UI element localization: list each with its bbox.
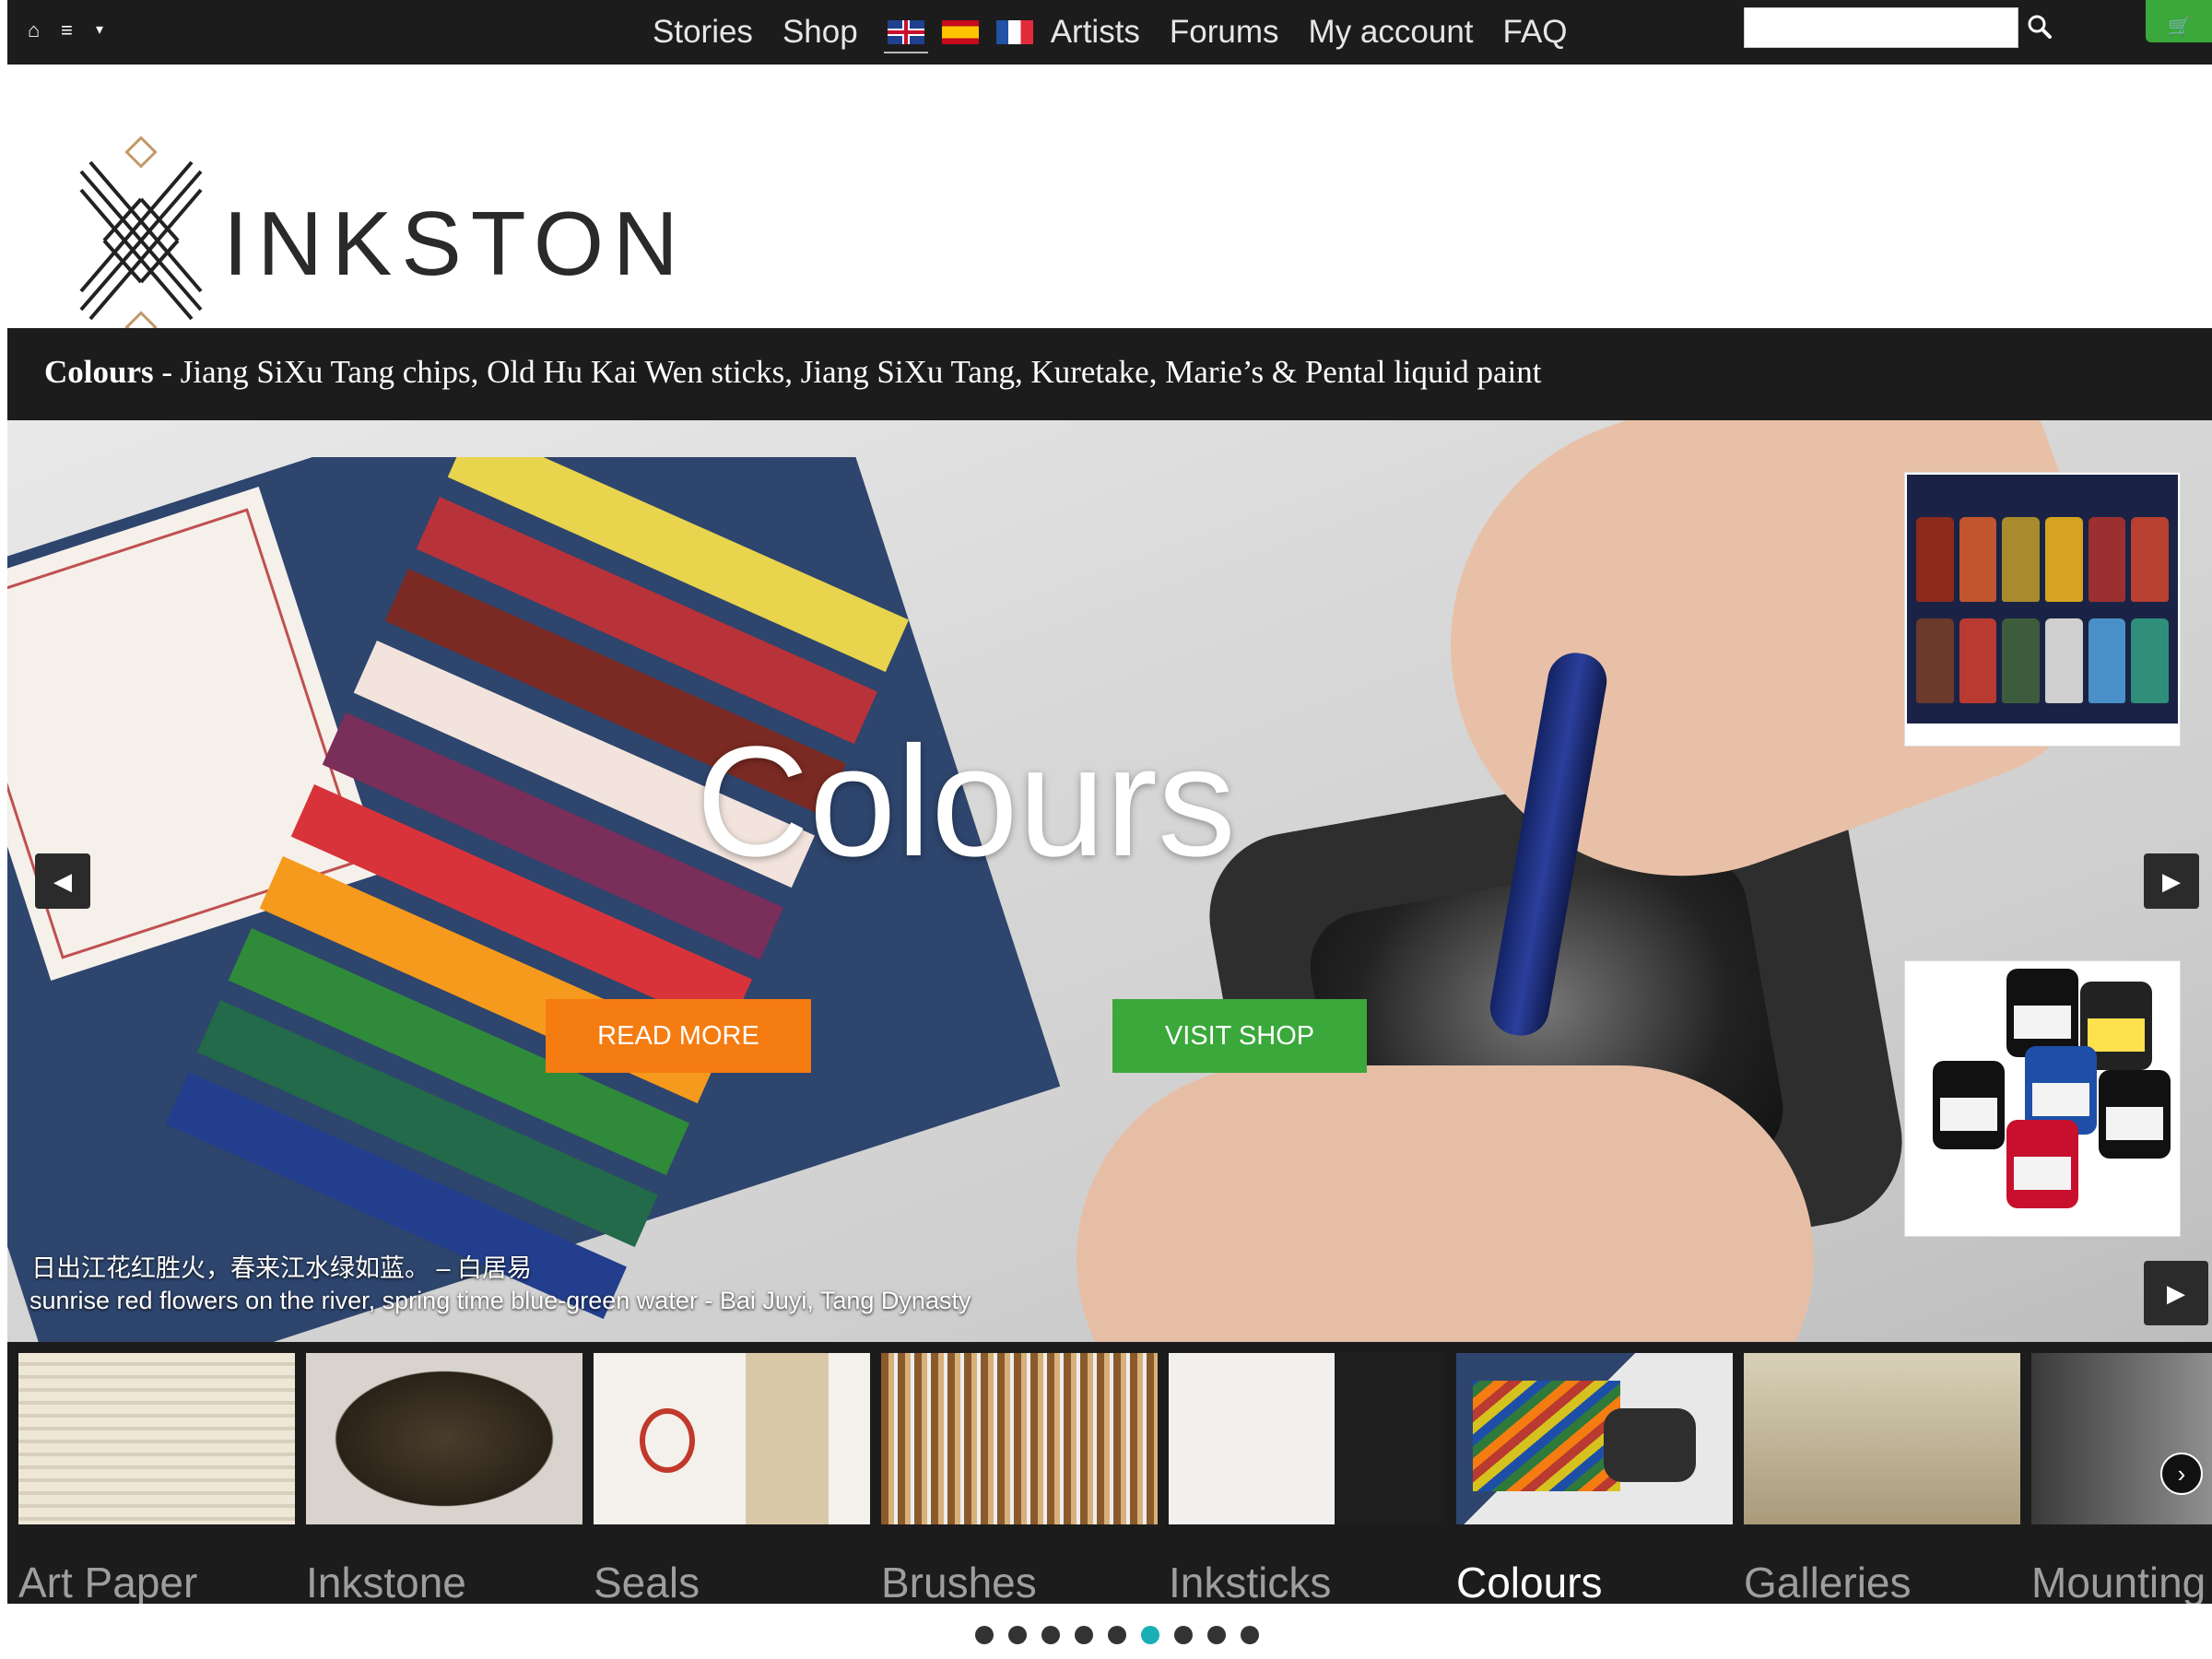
thumb-liquid-paint-set[interactable] xyxy=(1904,472,2181,747)
category-label: Seals xyxy=(594,1559,700,1604)
play-right-icon: ▶ xyxy=(2167,1278,2185,1307)
slider-next-button[interactable]: ▶ xyxy=(2144,853,2199,909)
menu-caret-icon[interactable]: ▾ xyxy=(96,20,103,39)
arrow-right-icon: ▶ xyxy=(2162,866,2181,895)
category-label: Art Paper xyxy=(18,1559,198,1604)
category-inkstone[interactable]: Inkstone xyxy=(306,1353,582,1604)
nav-faq[interactable]: FAQ xyxy=(1503,14,1568,51)
search-icon[interactable] xyxy=(2026,13,2053,41)
nav-forums[interactable]: Forums xyxy=(1170,14,1279,51)
category-label: Brushes xyxy=(881,1559,1037,1604)
pagination-dot[interactable] xyxy=(1207,1626,1226,1644)
category-label: Galleries xyxy=(1744,1559,1912,1604)
flag-es-icon[interactable] xyxy=(941,20,979,44)
pagination-dot[interactable] xyxy=(1174,1626,1193,1644)
pagination-dot[interactable] xyxy=(1241,1626,1259,1644)
cart-icon: 🛒 xyxy=(2168,17,2191,37)
search-input[interactable] xyxy=(1744,7,2018,48)
category-mounting[interactable]: Mounting xyxy=(2031,1353,2212,1604)
inkstone-image xyxy=(306,1353,582,1524)
pagination-dot[interactable] xyxy=(1108,1626,1126,1644)
read-more-button[interactable]: READ MORE xyxy=(546,999,811,1073)
thumb-next-button[interactable]: ▶ xyxy=(2144,1261,2208,1325)
category-inksticks[interactable]: Inksticks xyxy=(1169,1353,1445,1604)
brand-name[interactable]: INKSTON xyxy=(223,192,688,296)
site-header: INKSTON xyxy=(7,65,2212,344)
hero-slider: Colours READ MORE VISIT SHOP 日出江花红胜火，春来江… xyxy=(7,420,2212,1342)
seals-image xyxy=(594,1353,870,1524)
nav-stories[interactable]: Stories xyxy=(653,14,753,51)
art-paper-image xyxy=(18,1353,295,1524)
pagination-dot[interactable] xyxy=(1141,1626,1159,1644)
arrow-left-icon: ◀ xyxy=(53,866,72,895)
category-galleries[interactable]: Galleries xyxy=(1744,1353,2020,1604)
hero-caption-chinese: 日出江花红胜火，春来江水绿如蓝。 – 白居易 xyxy=(31,1254,533,1282)
inkston-logo-icon[interactable] xyxy=(72,135,210,345)
chevron-right-icon: › xyxy=(2177,1459,2186,1488)
brushes-image xyxy=(881,1353,1158,1524)
category-art-paper[interactable]: Art Paper xyxy=(18,1353,295,1604)
subtitle-rest: - Jiang SiXu Tang chips, Old Hu Kai Wen … xyxy=(153,354,1542,390)
nav-artists[interactable]: Artists xyxy=(1051,14,1140,51)
liquid-paint-jars xyxy=(1907,475,2178,724)
flag-gb-icon[interactable] xyxy=(883,20,928,53)
visit-shop-button[interactable]: VISIT SHOP xyxy=(1112,999,1367,1073)
nav-shop[interactable]: Shop xyxy=(782,14,858,51)
subtitle-bold: Colours xyxy=(44,354,154,390)
slider-prev-button[interactable]: ◀ xyxy=(35,853,90,909)
page: { "topbar": { "home_icon": "home-icon", … xyxy=(0,0,2212,1659)
category-colours[interactable]: Colours xyxy=(1456,1353,1733,1604)
top-nav-bar: ⌂ ≡ ▾ Stories Shop Artists Forums My acc… xyxy=(7,0,2212,65)
category-seals[interactable]: Seals xyxy=(594,1353,870,1604)
hero-caption-english: sunrise red flowers on the river, spring… xyxy=(29,1287,971,1314)
category-brushes[interactable]: Brushes xyxy=(881,1353,1158,1604)
hand-lower-image xyxy=(1077,1065,1814,1342)
home-icon[interactable]: ⌂ xyxy=(28,18,40,42)
category-label: Colours xyxy=(1456,1559,1603,1604)
hamburger-menu-icon[interactable]: ≡ xyxy=(61,18,73,42)
inksticks-image xyxy=(1169,1353,1445,1524)
flag-fr-icon[interactable] xyxy=(995,20,1033,44)
pagination-dot[interactable] xyxy=(975,1626,994,1644)
carousel-next-button[interactable]: › xyxy=(2160,1453,2203,1495)
category-subtitle: Colours - Jiang SiXu Tang chips, Old Hu … xyxy=(44,354,1541,391)
hero-title: Colours xyxy=(696,714,1236,889)
category-subtitle-bar: Colours - Jiang SiXu Tang chips, Old Hu … xyxy=(7,328,2212,420)
category-label: Inkstone xyxy=(306,1559,466,1604)
thumb-colour-pots[interactable] xyxy=(1904,960,2181,1237)
slider-pagination xyxy=(0,1626,2212,1648)
pagination-dot[interactable] xyxy=(1075,1626,1093,1644)
category-label: Mounting xyxy=(2031,1559,2206,1604)
nav-my-account[interactable]: My account xyxy=(1309,14,1474,51)
pagination-dot[interactable] xyxy=(1008,1626,1027,1644)
main-nav: Stories Shop Artists Forums My account F… xyxy=(653,0,1597,65)
category-label: Inksticks xyxy=(1169,1559,1332,1604)
pagination-dot[interactable] xyxy=(1041,1626,1060,1644)
mounting-image xyxy=(2031,1353,2212,1524)
colours-image xyxy=(1456,1353,1733,1524)
cart-button[interactable]: 🛒 xyxy=(2146,0,2212,42)
galleries-image xyxy=(1744,1353,2020,1524)
category-carousel: Art Paper Inkstone Seals Brushes Inkstic… xyxy=(7,1342,2212,1604)
